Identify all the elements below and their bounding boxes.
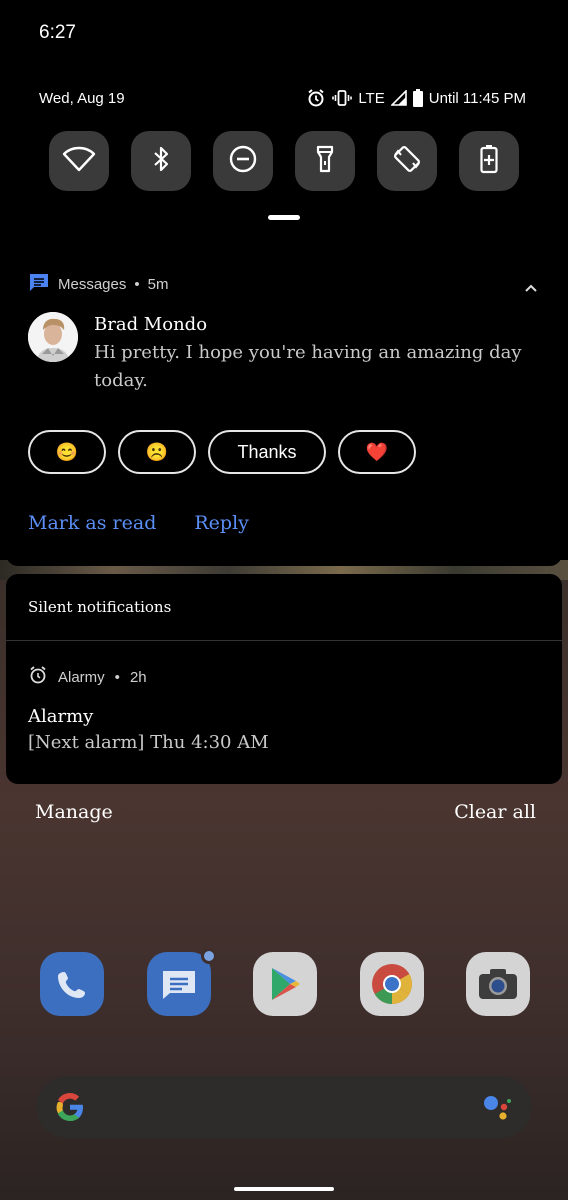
wifi-icon bbox=[62, 146, 96, 176]
play-store-app-icon[interactable] bbox=[253, 952, 317, 1016]
message-text: Hi pretty. I hope you're having an amazi… bbox=[94, 342, 522, 391]
qs-status-icons: LTE Until 11:45 PM bbox=[306, 87, 526, 109]
vibrate-icon bbox=[332, 88, 353, 108]
smart-reply-frown[interactable]: ☹️ bbox=[118, 430, 196, 474]
battery-icon bbox=[412, 89, 423, 107]
flashlight-icon bbox=[315, 144, 335, 178]
google-g-icon[interactable] bbox=[54, 1091, 86, 1127]
clear-all-button[interactable]: Clear all bbox=[454, 801, 536, 823]
messages-icon bbox=[28, 271, 50, 297]
alarmy-text[interactable]: [Next alarm] Thu 4:30 AM bbox=[28, 732, 269, 753]
alarmy-title[interactable]: Alarmy bbox=[28, 706, 93, 727]
notification-app-name: Messages bbox=[58, 275, 127, 293]
alarm-clock-icon bbox=[28, 665, 48, 689]
google-assistant-icon[interactable] bbox=[482, 1093, 512, 1127]
alarmy-separator: • bbox=[114, 668, 120, 686]
notification-header: Messages • 5m bbox=[28, 272, 168, 296]
phone-app-icon[interactable] bbox=[40, 952, 104, 1016]
smart-reply-smile[interactable]: 😊 bbox=[28, 430, 106, 474]
manage-button[interactable]: Manage bbox=[35, 801, 113, 823]
message-notification[interactable]: Messages • 5m Brad Mondo Hi pretty. I ho… bbox=[6, 250, 562, 566]
qs-date[interactable]: Wed, Aug 19 bbox=[39, 90, 125, 107]
google-search-bar[interactable] bbox=[36, 1076, 532, 1138]
qs-drag-handle[interactable] bbox=[268, 215, 300, 220]
messages-app-icon[interactable] bbox=[146, 948, 217, 1016]
auto-rotate-tile[interactable] bbox=[377, 131, 437, 191]
mark-as-read-button[interactable]: Mark as read bbox=[28, 512, 156, 534]
battery-saver-tile[interactable] bbox=[459, 131, 519, 191]
notification-actions: Mark as read Reply bbox=[28, 512, 249, 534]
smart-reply-thanks[interactable]: Thanks bbox=[208, 430, 326, 474]
smart-reply-heart[interactable]: ❤️ bbox=[338, 430, 416, 474]
chrome-app-icon[interactable] bbox=[359, 952, 424, 1016]
flashlight-tile[interactable] bbox=[295, 131, 355, 191]
wifi-tile[interactable] bbox=[49, 131, 109, 191]
do-not-disturb-icon bbox=[228, 144, 258, 178]
auto-rotate-icon bbox=[391, 143, 423, 179]
silent-notifications-section: Silent notifications Alarmy • 2h Alarmy … bbox=[6, 574, 562, 784]
app-dock bbox=[40, 948, 530, 1016]
network-type: LTE bbox=[358, 89, 385, 107]
silent-notifications-header: Silent notifications bbox=[28, 598, 172, 616]
notification-time: 5m bbox=[147, 275, 169, 293]
divider bbox=[6, 640, 562, 641]
qs-tiles bbox=[49, 131, 519, 191]
camera-app-icon[interactable] bbox=[466, 952, 530, 1016]
smart-reply-chips: 😊 ☹️ Thanks ❤️ bbox=[28, 430, 416, 474]
status-clock: 6:27 bbox=[39, 22, 76, 43]
battery-saver-icon bbox=[480, 144, 498, 178]
gesture-nav-handle[interactable] bbox=[234, 1187, 334, 1191]
notification-badge-dot bbox=[200, 948, 217, 964]
notification-separator: • bbox=[134, 275, 140, 293]
alarmy-notification-header: Alarmy • 2h bbox=[28, 666, 147, 688]
alarmy-app-name: Alarmy bbox=[58, 668, 105, 686]
bluetooth-tile[interactable] bbox=[131, 131, 191, 191]
collapse-chevron-icon[interactable] bbox=[524, 278, 538, 297]
do-not-disturb-tile[interactable] bbox=[213, 131, 273, 191]
bluetooth-icon bbox=[151, 145, 171, 177]
quick-settings-panel: Wed, Aug 19 LTE Until 11:45 PM bbox=[6, 72, 562, 242]
signal-icon bbox=[390, 90, 407, 106]
alarmy-time: 2h bbox=[129, 668, 147, 686]
sender-avatar bbox=[28, 312, 78, 362]
alarm-icon bbox=[306, 88, 326, 108]
sender-name: Brad Mondo bbox=[94, 314, 208, 335]
reply-button[interactable]: Reply bbox=[194, 512, 249, 534]
battery-until: Until 11:45 PM bbox=[428, 89, 526, 107]
